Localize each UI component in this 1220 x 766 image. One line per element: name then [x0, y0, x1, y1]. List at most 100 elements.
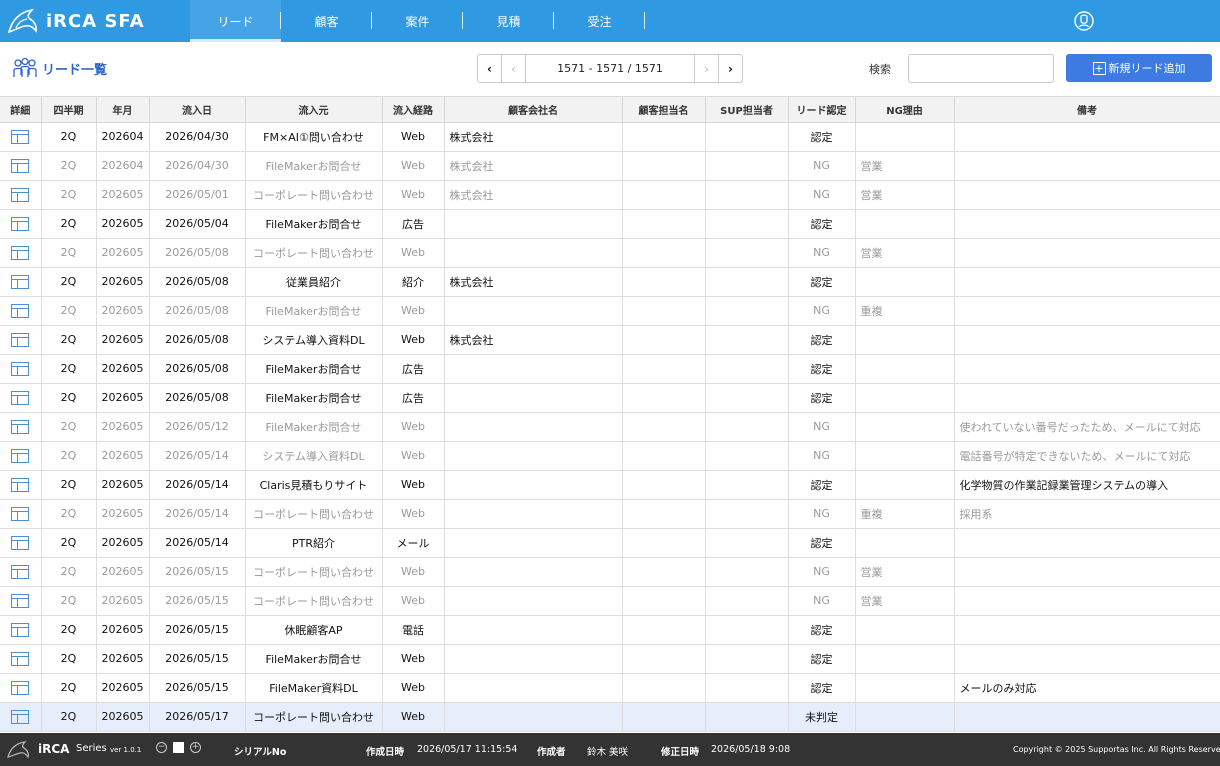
header-col-ng-reason[interactable]: NG理由	[855, 97, 955, 123]
prev-page-button[interactable]: ‹	[502, 55, 526, 82]
detail-table-icon[interactable]	[11, 622, 30, 637]
app-logo[interactable]: iRCA SFA	[6, 6, 146, 36]
chevron-left-icon: ‹	[487, 61, 492, 76]
table-row[interactable]: 2Q 202605 2026/05/15 FileMakerお問合せ Web 認定	[0, 644, 1220, 674]
cell-note	[954, 267, 1220, 297]
table-row[interactable]: 2Q 202605 2026/05/15 コーポレート問い合わせ Web NG 営業	[0, 557, 1220, 587]
add-lead-button[interactable]: + 新規リード追加	[1066, 54, 1212, 82]
detail-table-icon[interactable]	[11, 332, 30, 347]
table-row[interactable]: 2Q 202605 2026/05/15 FileMaker資料DL Web 認定 メールの…	[0, 673, 1220, 703]
detail-table-icon[interactable]	[11, 564, 30, 579]
cell-source: システム導入資料DL	[245, 441, 383, 471]
detail-table-icon[interactable]	[11, 216, 30, 231]
nav-tab-customers[interactable]: 顧客	[281, 0, 372, 42]
detail-table-icon[interactable]	[11, 274, 30, 289]
cell-ng-reason	[855, 209, 955, 239]
table-row[interactable]: 2Q 202605 2026/05/14 PTR紹介 メール 認定	[0, 528, 1220, 558]
header-col-source[interactable]: 流入元	[245, 97, 383, 123]
table-header-row: 詳細 四半期 年月 流入日 流入元 流入経路 顧客会社名 顧客担当名 SUP担当者 リード認定 NG…	[0, 97, 1220, 123]
header-col-status[interactable]: リード認定	[788, 97, 856, 123]
header-col-quarter[interactable]: 四半期	[41, 97, 97, 123]
cell-note	[954, 354, 1220, 384]
cell-contact	[622, 702, 706, 732]
table-row[interactable]: 2Q 202605 2026/05/08 従業員紹介 紹介 株式会社 認定	[0, 267, 1220, 297]
cell-yearmonth: 202605	[96, 557, 150, 587]
detail-table-icon[interactable]	[11, 390, 30, 405]
table-row[interactable]: 2Q 202604 2026/04/30 FileMakerお問合せ Web 株式会社 NG…	[0, 151, 1220, 181]
cell-sup	[705, 209, 789, 239]
detail-table-icon[interactable]	[11, 448, 30, 463]
cell-note	[954, 209, 1220, 239]
detail-table-icon[interactable]	[11, 419, 30, 434]
table-row[interactable]: 2Q 202605 2026/05/08 システム導入資料DL Web 株式会社 認定	[0, 325, 1220, 355]
cell-quarter: 2Q	[41, 557, 97, 587]
detail-table-icon[interactable]	[11, 535, 30, 550]
header-col-detail[interactable]: 詳細	[0, 97, 42, 123]
detail-table-icon[interactable]	[11, 680, 30, 695]
next-page-button[interactable]: ›	[694, 55, 718, 82]
nav-tab-leads[interactable]: リード	[190, 0, 281, 42]
search-input[interactable]	[908, 54, 1054, 83]
cell-company	[444, 644, 623, 674]
dolphin-logo-icon	[7, 741, 29, 759]
nav-tab-deals[interactable]: 案件	[372, 0, 463, 42]
nav-tab-orders[interactable]: 受注	[554, 0, 645, 42]
detail-table-icon[interactable]	[11, 593, 30, 608]
detail-table-icon[interactable]	[11, 477, 30, 492]
table-row[interactable]: 2Q 202604 2026/04/30 FM×AI①問い合わせ Web 株式会社 認定	[0, 122, 1220, 152]
header-col-sup[interactable]: SUP担当者	[705, 97, 789, 123]
first-page-button[interactable]: ‹	[478, 55, 502, 82]
header-col-inflow-date[interactable]: 流入日	[149, 97, 246, 123]
table-row[interactable]: 2Q 202605 2026/05/01 コーポレート問い合わせ Web 株式会社 NG 営業	[0, 180, 1220, 210]
cell-source: コーポレート問い合わせ	[245, 586, 383, 616]
cell-source: Claris見積もりサイト	[245, 470, 383, 500]
cell-contact	[622, 557, 706, 587]
detail-table-icon[interactable]	[11, 187, 30, 202]
table-row[interactable]: 2Q 202605 2026/05/14 システム導入資料DL Web NG 電話番号が特定…	[0, 441, 1220, 471]
table-row[interactable]: 2Q 202605 2026/05/15 休眠顧客AP 電話 認定	[0, 615, 1220, 645]
table-row[interactable]: 2Q 202605 2026/05/12 FileMakerお問合せ Web NG 使われて…	[0, 412, 1220, 442]
table-row[interactable]: 2Q 202605 2026/05/17 コーポレート問い合わせ Web 未判定	[0, 702, 1220, 732]
detail-table-icon[interactable]	[11, 129, 30, 144]
cell-contact	[622, 644, 706, 674]
detail-table-icon[interactable]	[11, 506, 30, 521]
header-col-company[interactable]: 顧客会社名	[444, 97, 623, 123]
zoom-out-icon[interactable]: −	[156, 742, 167, 753]
detail-table-icon[interactable]	[11, 361, 30, 376]
detail-table-icon[interactable]	[11, 245, 30, 260]
lead-table-container[interactable]: 詳細 四半期 年月 流入日 流入元 流入経路 顧客会社名 顧客担当名 SUP担当者 リード認定 NG…	[0, 96, 1220, 733]
header-col-contact[interactable]: 顧客担当名	[622, 97, 706, 123]
detail-table-icon[interactable]	[11, 651, 30, 666]
table-row[interactable]: 2Q 202605 2026/05/08 FileMakerお問合せ 広告 認定	[0, 383, 1220, 413]
last-page-button[interactable]: ›	[718, 55, 742, 82]
cell-source: FileMakerお問合せ	[245, 209, 383, 239]
cell-source: FM×AI①問い合わせ	[245, 122, 383, 152]
table-row[interactable]: 2Q 202605 2026/05/15 コーポレート問い合わせ Web NG 営業	[0, 586, 1220, 616]
cell-contact	[622, 615, 706, 645]
detail-table-icon[interactable]	[11, 303, 30, 318]
table-row[interactable]: 2Q 202605 2026/05/08 FileMakerお問合せ 広告 認定	[0, 354, 1220, 384]
nav-tab-label: 受注	[587, 14, 612, 29]
header-col-note[interactable]: 備考	[954, 97, 1220, 123]
table-row[interactable]: 2Q 202605 2026/05/14 Claris見積もりサイト Web 認定 化学物質…	[0, 470, 1220, 500]
cell-company	[444, 412, 623, 442]
cell-note	[954, 615, 1220, 645]
stop-square-icon[interactable]	[173, 742, 184, 753]
cell-yearmonth: 202605	[96, 238, 150, 268]
detail-table-icon[interactable]	[11, 158, 30, 173]
people-group-icon	[13, 57, 37, 77]
cell-note: 化学物質の作業記録業管理システムの導入	[954, 470, 1220, 500]
user-account-icon[interactable]	[1074, 11, 1094, 31]
detail-table-icon[interactable]	[11, 709, 30, 724]
header-col-route[interactable]: 流入経路	[382, 97, 445, 123]
zoom-in-icon[interactable]: +	[190, 742, 201, 753]
cell-inflow-date: 2026/05/17	[149, 702, 246, 732]
nav-tab-quotes[interactable]: 見積	[463, 0, 554, 42]
table-row[interactable]: 2Q 202605 2026/05/08 コーポレート問い合わせ Web NG 営業	[0, 238, 1220, 268]
table-row[interactable]: 2Q 202605 2026/05/14 コーポレート問い合わせ Web NG 重複 採用系	[0, 499, 1220, 529]
header-col-yearmonth[interactable]: 年月	[96, 97, 150, 123]
table-row[interactable]: 2Q 202605 2026/05/08 FileMakerお問合せ Web NG 重複	[0, 296, 1220, 326]
cell-inflow-date: 2026/05/08	[149, 325, 246, 355]
cell-source: FileMakerお問合せ	[245, 354, 383, 384]
table-row[interactable]: 2Q 202605 2026/05/04 FileMakerお問合せ 広告 認定	[0, 209, 1220, 239]
